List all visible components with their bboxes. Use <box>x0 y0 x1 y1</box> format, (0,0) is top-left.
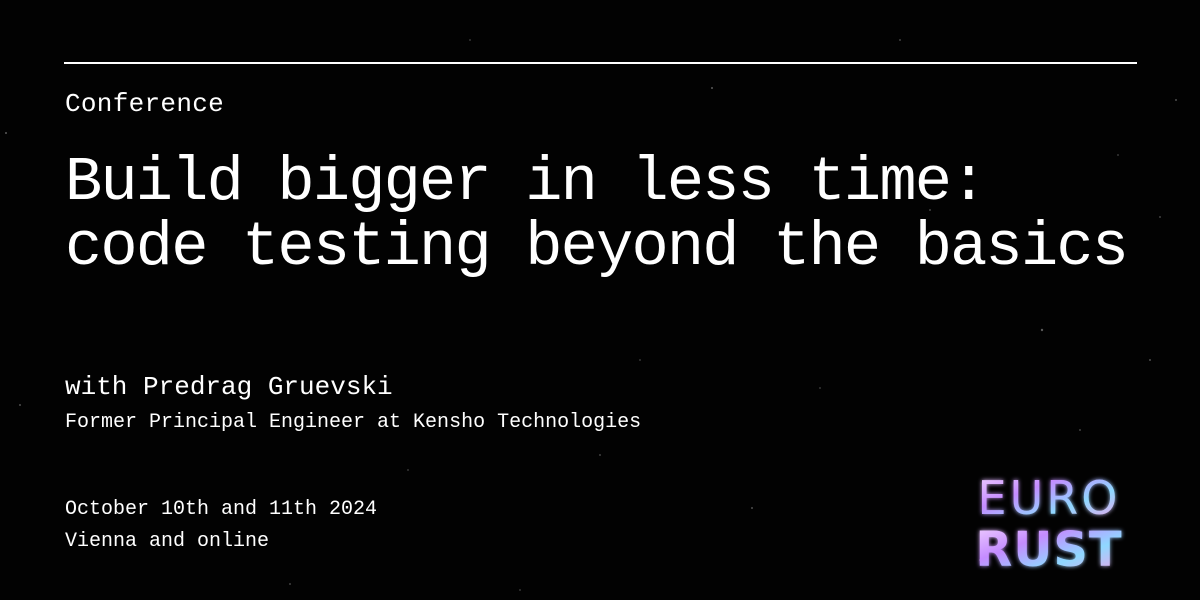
logo-line-euro: EURO <box>978 471 1121 525</box>
logo-line-rust: RUST <box>975 522 1122 574</box>
top-divider <box>64 62 1137 64</box>
talk-card: Conference Build bigger in less time: co… <box>0 0 1200 600</box>
speaker-name: with Predrag Gruevski <box>65 372 393 402</box>
event-location: Vienna and online <box>65 530 270 553</box>
speaker-role: Former Principal Engineer at Kensho Tech… <box>65 411 642 434</box>
eurorust-logo: EURO RUST <box>975 471 1122 574</box>
event-date: October 10th and 11th 2024 <box>65 498 378 521</box>
talk-title: Build bigger in less time: code testing … <box>65 147 1129 283</box>
event-category: Conference <box>65 89 225 119</box>
